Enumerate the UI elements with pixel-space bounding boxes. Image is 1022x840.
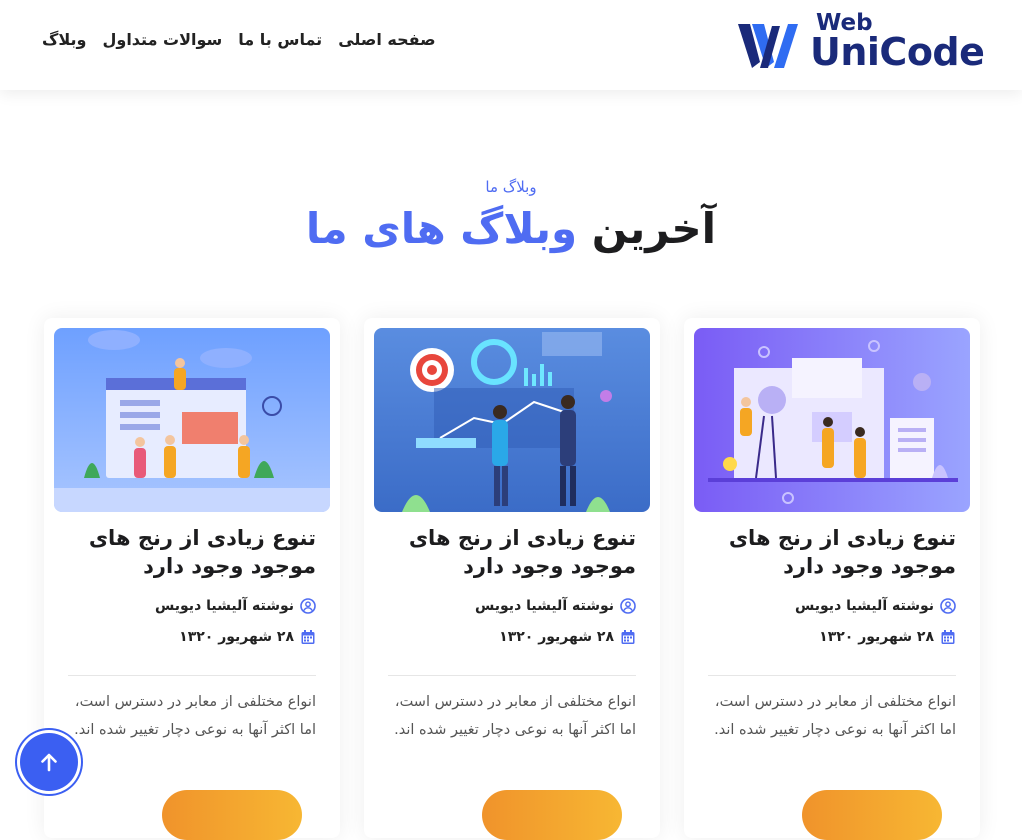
calendar-icon — [941, 630, 955, 644]
team-analytics-illustration — [54, 328, 330, 512]
post-date: ۲۸ شهریور ۱۳۲۰ — [499, 629, 614, 645]
section-kicker: وبلاگ ما — [485, 178, 537, 196]
blog-card: تنوع زیادی از رنج های موجود وجود دارد نو… — [364, 318, 660, 840]
user-circle-icon — [300, 598, 316, 614]
blog-card-image[interactable] — [694, 328, 970, 512]
blog-card-image[interactable] — [54, 328, 330, 512]
blog-card-date: ۲۸ شهریور ۱۳۲۰ — [499, 629, 636, 645]
calendar-icon — [621, 630, 635, 644]
blog-card-title[interactable]: تنوع زیادی از رنج های موجود وجود دارد — [706, 524, 956, 580]
blog-card-title[interactable]: تنوع زیادی از رنج های موجود وجود دارد — [386, 524, 636, 580]
read-more-button[interactable] — [162, 790, 302, 840]
main-nav: صفحه اصلی تماس با ما سوالات متداول وبلاگ — [42, 30, 436, 56]
back-to-top-button[interactable] — [20, 733, 78, 791]
card-divider — [68, 675, 316, 676]
website-building-illustration — [694, 328, 970, 512]
blog-card-excerpt: انواع مختلفی از معابر در دسترس است، اما … — [74, 694, 316, 738]
post-date: ۲۸ شهریور ۱۳۲۰ — [819, 629, 934, 645]
read-more-button[interactable] — [482, 790, 622, 840]
site-header: Web UniCode صفحه اصلی تماس با ما سوالات … — [0, 0, 1022, 90]
section-title-blue: وبلاگ های ما — [305, 204, 578, 253]
logo-text-unicode: UniCode — [810, 30, 985, 74]
author-name: نوشته آلیشیا دیویس — [154, 598, 294, 614]
section-title-dark: آخرین — [591, 204, 717, 253]
author-name: نوشته آلیشیا دیویس — [794, 598, 934, 614]
read-more-button[interactable] — [802, 790, 942, 840]
blog-card-date: ۲۸ شهریور ۱۳۲۰ — [819, 629, 956, 645]
blog-card-author: نوشته آلیشیا دیویس — [795, 598, 956, 614]
blog-card-title[interactable]: تنوع زیادی از رنج های موجود وجود دارد — [66, 524, 316, 580]
blog-card-image[interactable] — [374, 328, 650, 512]
nav-item-blog[interactable]: وبلاگ — [42, 30, 86, 56]
card-divider — [708, 675, 956, 676]
user-circle-icon — [620, 598, 636, 614]
blog-card-excerpt: انواع مختلفی از معابر در دسترس است، اما … — [394, 694, 636, 738]
logo-w-icon — [738, 24, 798, 68]
section-title: آخرین وبلاگ های ما — [0, 204, 1022, 253]
arrow-up-icon — [41, 753, 57, 772]
user-circle-icon — [940, 598, 956, 614]
card-divider — [388, 675, 636, 676]
blog-card: تنوع زیادی از رنج های موجود وجود دارد نو… — [684, 318, 980, 840]
blog-card-author: نوشته آلیشیا دیویس — [155, 598, 316, 614]
post-date: ۲۸ شهریور ۱۳۲۰ — [179, 629, 294, 645]
nav-item-contact[interactable]: تماس با ما — [238, 30, 322, 56]
business-meeting-illustration — [374, 328, 650, 512]
author-name: نوشته آلیشیا دیویس — [474, 598, 614, 614]
site-logo[interactable]: Web UniCode — [738, 10, 985, 74]
blog-card-excerpt: انواع مختلفی از معابر در دسترس است، اما … — [714, 694, 956, 738]
nav-item-faq[interactable]: سوالات متداول — [102, 30, 222, 56]
blog-card-date: ۲۸ شهریور ۱۳۲۰ — [179, 629, 316, 645]
blog-card-author: نوشته آلیشیا دیویس — [475, 598, 636, 614]
calendar-icon — [301, 630, 315, 644]
blog-card: تنوع زیادی از رنج های موجود وجود دارد نو… — [44, 318, 340, 840]
nav-item-home[interactable]: صفحه اصلی — [338, 30, 435, 56]
